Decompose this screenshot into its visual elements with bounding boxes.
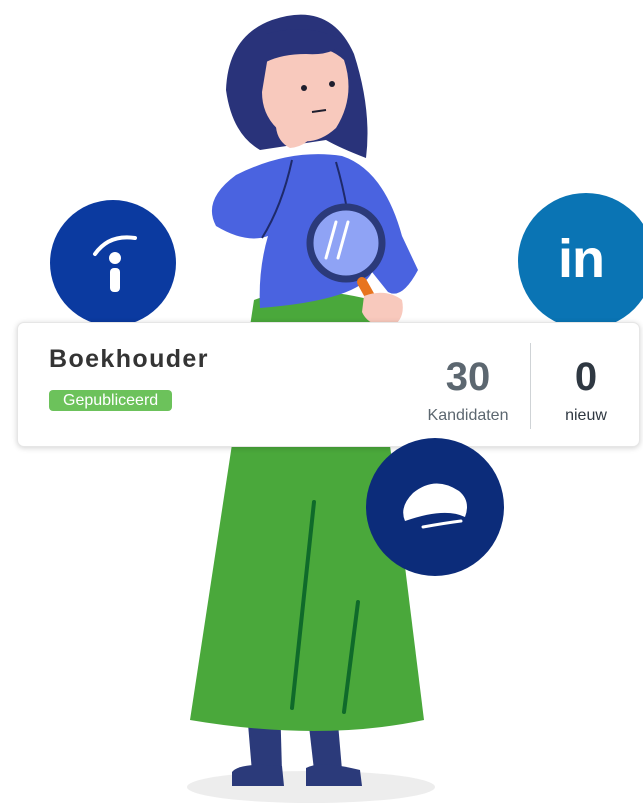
indeed-logo-icon (93, 235, 137, 292)
magnifier-ring (306, 203, 386, 283)
new-label: nieuw (565, 407, 607, 424)
candidates-count: 30 (445, 355, 491, 399)
werkzoeken-logo-icon (403, 483, 467, 529)
new-count: 0 (574, 355, 598, 399)
right-shoe (306, 764, 362, 786)
new-candidates-stat[interactable]: 0 nieuw (553, 353, 619, 425)
linkedin-logo: in (518, 193, 643, 329)
candidates-label: Kandidaten (427, 407, 509, 424)
candidates-stat[interactable]: 30 Kandidaten (413, 353, 523, 425)
eye-right (329, 81, 335, 87)
linkedin-logo-icon: in (558, 229, 605, 289)
werkzoeken-logo (366, 438, 504, 576)
indeed-logo (50, 200, 176, 326)
job-title: Boekhouder (49, 345, 209, 373)
job-posting-card[interactable]: Boekhouder Gepubliceerd 30 Kandidaten 0 … (17, 322, 640, 447)
left-shoe (232, 764, 284, 786)
eye-left (301, 85, 307, 91)
stat-divider (530, 343, 531, 429)
status-badge: Gepubliceerd (49, 390, 173, 411)
